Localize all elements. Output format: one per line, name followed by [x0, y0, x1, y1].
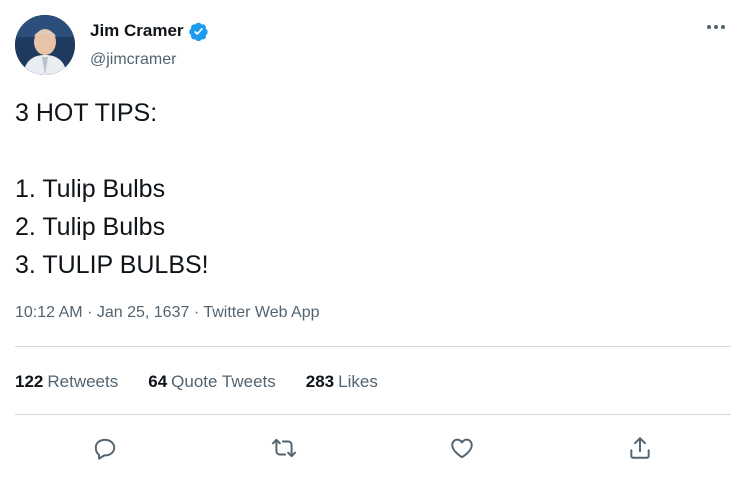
- tweet-time[interactable]: 10:12 AM: [15, 304, 83, 321]
- tweet-line: 2. Tulip Bulbs: [15, 213, 166, 241]
- likes-label: Likes: [338, 372, 378, 391]
- tweet-actions: [0, 428, 746, 468]
- divider: [15, 346, 731, 347]
- meta-separator: ·: [87, 304, 97, 321]
- tweet-card: Jim Cramer @jimcramer 3 HOT TIPS: 1. Tul…: [0, 0, 746, 492]
- tweet-stats: 122 Retweets 64 Quote Tweets 283 Likes: [15, 372, 408, 392]
- retweets-count: 122: [15, 372, 44, 391]
- likes-count: 283: [305, 372, 335, 391]
- tweet-date[interactable]: Jan 25, 1637: [97, 304, 190, 321]
- tweet-source[interactable]: Twitter Web App: [203, 304, 319, 321]
- divider: [15, 414, 731, 415]
- author-display-name[interactable]: Jim Cramer: [90, 21, 184, 41]
- likes-stat[interactable]: 283 Likes: [306, 372, 378, 392]
- author-handle[interactable]: @jimcramer: [90, 51, 209, 69]
- quote-tweets-stat[interactable]: 64 Quote Tweets: [148, 372, 276, 392]
- like-icon[interactable]: [444, 430, 480, 466]
- retweets-stat[interactable]: 122 Retweets: [15, 372, 118, 392]
- tweet-text: 3 HOT TIPS: 1. Tulip Bulbs 2. Tulip Bulb…: [15, 94, 725, 284]
- verified-badge-icon: [188, 21, 209, 42]
- tweet-meta: 10:12 AM · Jan 25, 1637 · Twitter Web Ap…: [15, 304, 320, 322]
- tweet-line: [15, 132, 725, 170]
- more-options-icon[interactable]: [704, 17, 728, 37]
- author-name-row: Jim Cramer: [90, 19, 209, 43]
- meta-separator: ·: [193, 304, 204, 321]
- quote-tweets-label: Quote Tweets: [171, 372, 276, 391]
- author-avatar[interactable]: [15, 15, 75, 75]
- reply-icon[interactable]: [87, 430, 123, 466]
- avatar-photo-icon: [15, 15, 75, 75]
- tweet-line: 3 HOT TIPS:: [15, 99, 158, 127]
- author-block: Jim Cramer @jimcramer: [90, 19, 209, 69]
- share-icon[interactable]: [622, 430, 658, 466]
- retweet-icon[interactable]: [266, 430, 302, 466]
- quote-tweets-count: 64: [148, 372, 168, 391]
- tweet-line: 3. TULIP BULBS!: [15, 251, 209, 279]
- retweets-label: Retweets: [47, 372, 119, 391]
- tweet-line: 1. Tulip Bulbs: [15, 175, 166, 203]
